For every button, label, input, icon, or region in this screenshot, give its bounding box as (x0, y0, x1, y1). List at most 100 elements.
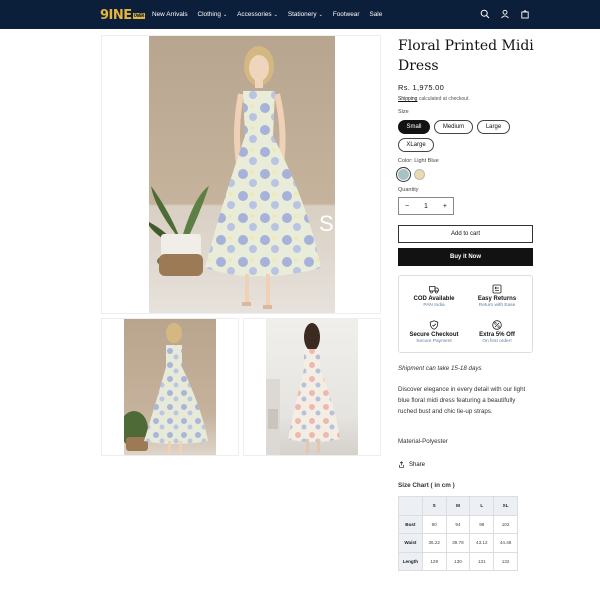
table-header-cell: XL (493, 496, 518, 516)
size-chart-table: S M L XL Bust 90 94 98 102 Waist 36.22 3… (398, 496, 518, 571)
table-cell: 98 (469, 514, 495, 534)
table-row: Bust 90 94 98 102 (398, 514, 518, 534)
size-large-button[interactable]: Large (477, 120, 510, 134)
table-cell: 94 (445, 514, 471, 534)
dress-back-illustration (120, 323, 208, 455)
thumbnail-2[interactable] (243, 318, 381, 456)
nav-sale[interactable]: Sale (369, 11, 382, 18)
feature-returns: Easy Returns Return with Ease (467, 284, 527, 309)
feature-subtitle: Return with Ease (478, 303, 516, 308)
shipping-note: Shipping calculated at checkout. (398, 96, 470, 102)
table-row-label: Length (398, 551, 423, 571)
add-to-cart-button[interactable]: Add to cart (398, 225, 533, 243)
cart-icon[interactable] (520, 9, 530, 19)
feature-secure: Secure Checkout Secure Payment (404, 320, 464, 345)
shipment-note: Shipment can take 15-18 days (398, 365, 482, 372)
color-swatch-light-blue[interactable] (398, 169, 409, 180)
product-price: Rs. 1,975.00 (398, 83, 445, 92)
quantity-value[interactable]: 1 (424, 203, 428, 210)
nav-label: Stationery (287, 11, 317, 18)
return-box-icon (492, 284, 502, 294)
chevron-down-icon: ⌄ (273, 11, 278, 18)
nav-new-arrivals[interactable]: New Arrivals (152, 11, 188, 18)
site-logo[interactable]: 9INE OVER (100, 8, 145, 23)
table-cell: 129 (421, 551, 447, 571)
shipping-text: calculated at checkout. (417, 96, 470, 102)
feature-subtitle: PAN India (423, 303, 445, 308)
feature-subtitle: On first order! (482, 339, 512, 344)
nav-footwear[interactable]: Footwear (333, 11, 360, 18)
size-label: Size (398, 109, 409, 115)
buy-now-button[interactable]: Buy it Now (398, 248, 533, 266)
table-header-cell: S (421, 496, 447, 516)
table-cell: 90 (421, 514, 447, 534)
product-photo (147, 36, 335, 313)
main-product-image[interactable]: S (101, 35, 381, 314)
table-cell: 43.12 (469, 533, 495, 553)
header-icons (480, 9, 530, 19)
share-button[interactable]: Share (398, 461, 425, 468)
table-row: Length 129 130 131 132 (398, 551, 518, 571)
table-cell: 132 (493, 551, 518, 571)
features-box: COD Available PAN India Easy Returns Ret… (398, 275, 533, 353)
account-icon[interactable] (500, 9, 510, 19)
dress-illustration (147, 46, 321, 309)
chevron-down-icon: ⌄ (318, 11, 323, 18)
feature-title: Easy Returns (477, 296, 517, 302)
chevron-down-icon: ⌄ (222, 11, 228, 18)
main-nav: New Arrivals Clothing ⌄ Accessories ⌄ Stat… (152, 11, 382, 18)
logo-tag: OVER (132, 12, 145, 19)
thumbnail-photo-rear (266, 319, 358, 455)
percent-icon (492, 320, 502, 330)
feature-cod: COD Available PAN India (404, 284, 464, 309)
table-cell: 130 (445, 551, 471, 571)
nav-clothing[interactable]: Clothing ⌄ (198, 11, 228, 18)
table-row-label: Waist (398, 533, 423, 553)
quantity-minus-button[interactable]: − (405, 203, 409, 210)
share-icon (399, 461, 404, 468)
shield-icon (429, 320, 439, 330)
nav-label: Clothing (197, 11, 221, 18)
nav-stationery[interactable]: Stationery ⌄ (288, 11, 323, 18)
product-description: Discover elegance in every detail with o… (398, 386, 526, 415)
quantity-stepper: − 1 + (398, 197, 454, 215)
size-medium-button[interactable]: Medium (434, 120, 473, 134)
product-title: Floral Printed Midi Dress (398, 38, 534, 74)
truck-icon (429, 286, 439, 294)
size-small-button[interactable]: Small (398, 120, 430, 134)
table-cell: 36.22 (421, 533, 447, 553)
thumbnail-photo-back (120, 319, 216, 455)
color-label: Color: Light Blue (398, 158, 439, 164)
shipping-link[interactable]: Shipping (398, 96, 417, 102)
table-row: Waist 36.22 39.78 43.12 44.48 (398, 533, 518, 553)
nav-label: New Arrivals (152, 11, 188, 18)
feature-discount: Extra 5% Off On first order! (467, 320, 527, 345)
table-row-label: Bust (398, 514, 423, 534)
thumbnail-1[interactable] (101, 318, 239, 456)
quantity-plus-button[interactable]: + (443, 203, 447, 210)
table-cell: 102 (493, 514, 518, 534)
nav-label: Footwear (332, 11, 360, 18)
table-header-cell: L (469, 496, 495, 516)
table-header-cell: M (445, 496, 471, 516)
color-swatch-cream[interactable] (414, 169, 425, 180)
share-label: Share (409, 461, 426, 468)
feature-title: Secure Checkout (409, 332, 459, 338)
table-cell: 39.78 (445, 533, 471, 553)
size-chart-title: Size Chart ( in cm ) (398, 482, 455, 489)
table-cell: 44.48 (493, 533, 518, 553)
nav-label: Sale (369, 11, 383, 18)
feature-title: COD Available (413, 296, 455, 302)
dress-rear-illustration (266, 323, 340, 455)
feature-title: Extra 5% Off (479, 332, 515, 338)
site-header: 9INE OVER New Arrivals Clothing ⌄ Accesso… (0, 0, 600, 29)
table-cell: 131 (469, 551, 495, 571)
feature-subtitle: Secure Payment (416, 339, 452, 344)
size-xlarge-button[interactable]: XLarge (398, 138, 434, 152)
overlay-letter: S (319, 211, 334, 236)
search-icon[interactable] (480, 9, 490, 19)
logo-text: 9INE (100, 8, 132, 23)
table-header-cell (398, 496, 423, 516)
nav-accessories[interactable]: Accessories ⌄ (237, 11, 278, 18)
material-info: Material-Polyester (398, 438, 448, 445)
